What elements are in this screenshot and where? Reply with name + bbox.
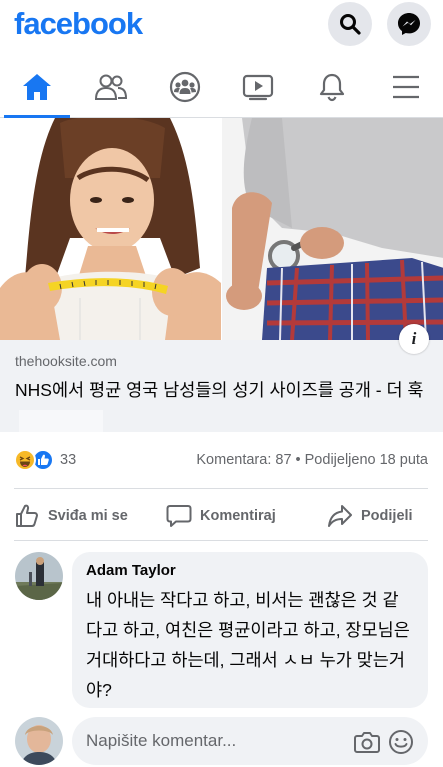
thumbs-up-icon xyxy=(16,504,38,527)
commenter-avatar[interactable] xyxy=(15,552,63,600)
link-preview-meta[interactable]: thehooksite.com NHS에서 평균 영국 남성들의 성기 사이즈를… xyxy=(0,340,443,435)
reaction-count[interactable]: 33 xyxy=(60,452,76,468)
tab-groups[interactable] xyxy=(148,56,222,117)
groups-icon xyxy=(169,71,200,102)
messenger-icon xyxy=(398,13,420,35)
preview-photo-man xyxy=(221,118,443,340)
like-button[interactable]: Sviđa mi se xyxy=(14,502,128,530)
link-title: NHS에서 평균 영국 남성들의 성기 사이즈를 공개 - 더 훅 xyxy=(15,375,428,435)
facebook-app: facebook i thehooksite.com NHS에서 평균 영국 남… xyxy=(0,0,443,767)
post-stats: 33 Komentara: 87 • Podijeljeno 18 puta xyxy=(0,432,443,488)
comment-bubble[interactable]: Adam Taylor 내 아내는 작다고 하고, 비서는 괜찮은 것 같다고 … xyxy=(72,552,428,708)
facebook-logo[interactable]: facebook xyxy=(14,6,143,42)
messenger-button[interactable] xyxy=(387,2,431,46)
camera-icon xyxy=(354,732,380,753)
haha-reaction-icon xyxy=(14,449,36,471)
comment-input[interactable] xyxy=(86,717,346,765)
reaction-icons[interactable] xyxy=(14,449,58,471)
divider xyxy=(14,488,428,489)
search-button[interactable] xyxy=(328,2,372,46)
link-domain: thehooksite.com xyxy=(15,353,117,369)
comment-button[interactable]: Komentiraj xyxy=(166,502,276,530)
title-highlight xyxy=(19,410,103,433)
search-icon xyxy=(340,14,361,35)
share-icon xyxy=(328,505,352,527)
share-button[interactable]: Podijeli xyxy=(327,502,413,530)
user-avatar[interactable] xyxy=(15,717,63,765)
emoji-button[interactable] xyxy=(388,729,414,755)
comment-composer xyxy=(72,717,428,765)
emoji-icon xyxy=(389,730,413,754)
menu-icon xyxy=(393,75,420,98)
share-label: Podijeli xyxy=(361,508,413,524)
comment-label: Komentiraj xyxy=(200,508,276,524)
divider xyxy=(14,540,428,541)
comment-icon xyxy=(166,505,192,527)
tab-home[interactable] xyxy=(0,56,74,118)
tab-menu[interactable] xyxy=(369,56,443,117)
watch-icon xyxy=(243,74,274,100)
comment-text: 내 아내는 작다고 하고, 비서는 괜찮은 것 같다고 하고, 여친은 평균이라… xyxy=(86,590,410,700)
top-bar: facebook xyxy=(0,0,443,56)
tab-friends[interactable] xyxy=(74,56,148,117)
comment-author[interactable]: Adam Taylor xyxy=(86,562,414,579)
post-actions: Sviđa mi se Komentiraj Podijeli xyxy=(0,490,443,540)
comments-shares-summary[interactable]: Komentara: 87 • Podijeljeno 18 puta xyxy=(196,452,428,468)
main-nav xyxy=(0,56,443,118)
bell-icon xyxy=(320,73,345,101)
home-icon xyxy=(22,73,51,100)
like-label: Sviđa mi se xyxy=(48,508,128,524)
info-button[interactable]: i xyxy=(399,324,429,354)
friends-icon xyxy=(94,74,127,100)
camera-button[interactable] xyxy=(354,729,380,755)
link-preview-image[interactable]: i xyxy=(0,118,443,354)
tab-watch[interactable] xyxy=(221,56,295,117)
link-title-text: NHS에서 평균 영국 남성들의 성기 사이즈를 공개 - 더 훅 xyxy=(15,380,424,400)
tab-notifications[interactable] xyxy=(295,56,369,117)
preview-photo-woman xyxy=(0,118,221,340)
